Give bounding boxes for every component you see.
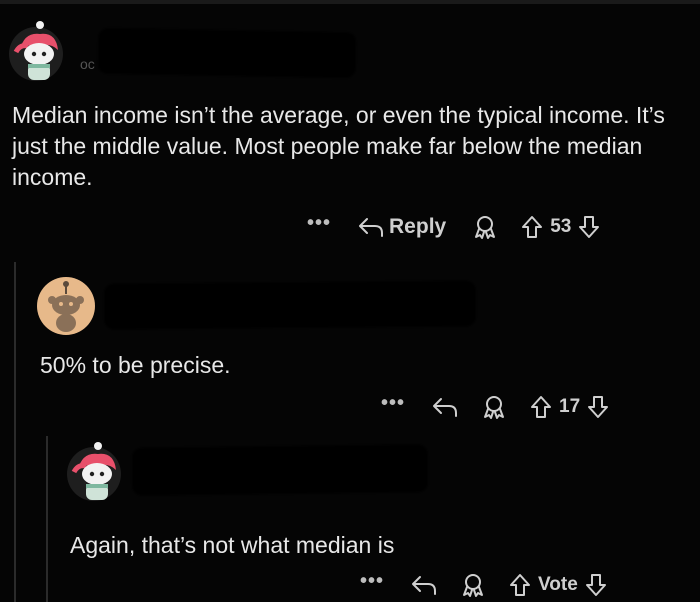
vote-widget: Vote (508, 572, 608, 598)
more-options-button[interactable]: ••• (381, 393, 405, 416)
comment-actions: ••• Vote (360, 570, 608, 600)
reply-arrow-icon (412, 576, 437, 595)
reply-arrow-icon (359, 218, 384, 237)
comment-body: Median income isn’t the average, or even… (12, 102, 665, 190)
reply-arrow-icon (433, 398, 458, 417)
snoo-avatar-icon (37, 277, 95, 335)
reply-button[interactable]: Reply (357, 215, 446, 239)
redacted-username (131, 444, 429, 496)
award-icon (475, 216, 496, 239)
avatar[interactable] (62, 440, 124, 502)
avatar[interactable] (36, 276, 96, 336)
award-button[interactable] (472, 214, 498, 240)
comment-actions: ••• Reply 53 (307, 212, 601, 242)
comment-body: 50% to be precise. (40, 352, 231, 378)
more-options-button[interactable]: ••• (307, 213, 331, 236)
thread-line[interactable] (46, 436, 48, 602)
avatar[interactable] (6, 20, 64, 82)
downvote-arrow-icon[interactable] (577, 214, 601, 240)
downvote-arrow-icon[interactable] (584, 572, 608, 598)
thread-line[interactable] (14, 262, 16, 602)
comment-body: Again, that’s not what median is (70, 532, 395, 558)
vote-widget: 53 (520, 214, 601, 240)
top-divider (0, 0, 700, 4)
upvote-arrow-icon[interactable] (520, 214, 544, 240)
award-button[interactable] (481, 394, 507, 420)
username-fragment[interactable]: oc (80, 56, 95, 72)
vote-label: Vote (538, 574, 578, 595)
award-icon (463, 574, 484, 597)
redacted-username (103, 280, 477, 330)
snoo-avatar-icon (9, 21, 63, 81)
reply-button[interactable] (431, 396, 459, 418)
vote-count: 17 (559, 396, 581, 417)
upvote-arrow-icon[interactable] (529, 394, 553, 420)
reply-label: Reply (389, 215, 447, 238)
more-options-button[interactable]: ••• (360, 571, 384, 594)
downvote-arrow-icon[interactable] (586, 394, 610, 420)
award-icon (484, 396, 505, 419)
snoo-avatar-icon (67, 442, 121, 501)
award-button[interactable] (460, 572, 486, 598)
vote-count: 53 (550, 216, 572, 237)
vote-widget: 17 (529, 394, 610, 420)
comment-actions: ••• 17 (381, 392, 610, 422)
reply-button[interactable] (410, 574, 438, 596)
upvote-arrow-icon[interactable] (508, 572, 532, 598)
redacted-username (97, 27, 357, 79)
